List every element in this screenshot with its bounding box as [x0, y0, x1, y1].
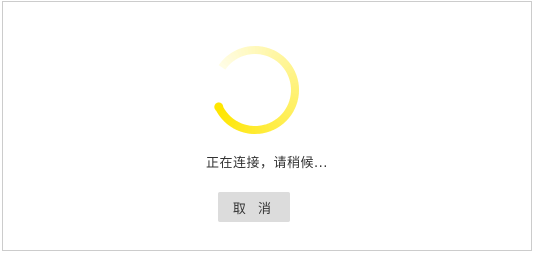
spinner-arc-segment	[229, 51, 238, 61]
spinner-arc-segment	[218, 110, 228, 119]
spinner-arc-segment	[239, 47, 246, 57]
spinner-arc-segment	[236, 122, 244, 132]
spinner-arc-segment	[287, 70, 297, 78]
spinner-arc-segment	[285, 67, 295, 75]
spinner-arc-segment	[229, 119, 238, 129]
spinner-arc-segment	[290, 81, 299, 87]
spinner-arc-segment	[239, 123, 247, 133]
spinner-arc-segment	[264, 123, 271, 133]
spinner-arc-segment	[235, 48, 243, 58]
spinner-arc-segment	[260, 46, 267, 56]
connecting-status-text: 正在连接，请稍候...	[206, 156, 328, 171]
spinner-arc-segment	[288, 74, 298, 81]
spinner-arc-segment	[282, 61, 292, 70]
spinner-arc-segment	[223, 56, 232, 65]
spinner-arc-segment	[289, 78, 299, 84]
spinner-arc-segment	[246, 46, 252, 55]
spinner-arc-segment	[269, 49, 277, 59]
cancel-button[interactable]: 取 消	[218, 192, 290, 222]
spinner-arc-segment	[261, 124, 267, 134]
spinner-arc-segment	[284, 107, 294, 116]
spinner-arc-segment	[267, 122, 275, 132]
spinner-arc-segment	[277, 55, 287, 65]
spinner-arc-segment	[218, 61, 228, 70]
spinner-arc-segment	[226, 117, 235, 127]
spinner-arc-segment	[282, 110, 292, 119]
spinner-arc-segment	[287, 101, 297, 109]
spinner-arc-segment	[232, 50, 240, 60]
spinner-arc-segment	[272, 119, 281, 129]
spinner-arc-segment	[275, 117, 284, 127]
spinner-arc-segment	[286, 104, 296, 112]
spinner-arc-segment	[223, 115, 233, 125]
spinner-arc-segment	[272, 51, 281, 61]
spinner-arc-segment	[243, 46, 249, 56]
spinner-arc-segment	[278, 115, 287, 124]
spinner-arc-segment	[221, 113, 230, 122]
spinner-arc-segment	[284, 64, 294, 73]
loading-spinner-icon	[214, 46, 299, 134]
spinner-arc-segment	[258, 125, 264, 134]
spinner-arc-segment	[280, 112, 290, 122]
spinner-arc-segment	[280, 58, 289, 67]
spinner-arc-segment	[288, 98, 298, 106]
spinner-arc-segment	[263, 47, 271, 57]
spinner-arc-segment	[233, 121, 241, 131]
spinner-arc-segment	[220, 58, 230, 68]
spinner-arc-segment	[270, 120, 278, 130]
spinner-arc-segment	[266, 48, 274, 58]
spinner-arc-segment	[289, 95, 299, 102]
spinner-arc-segment	[226, 53, 235, 63]
connecting-dialog: 正在连接，请稍候... 取 消	[2, 1, 532, 251]
spinner-head-cap	[214, 102, 224, 112]
spinner-arc-segment	[243, 124, 250, 134]
spinner-arc-segment	[275, 53, 284, 63]
